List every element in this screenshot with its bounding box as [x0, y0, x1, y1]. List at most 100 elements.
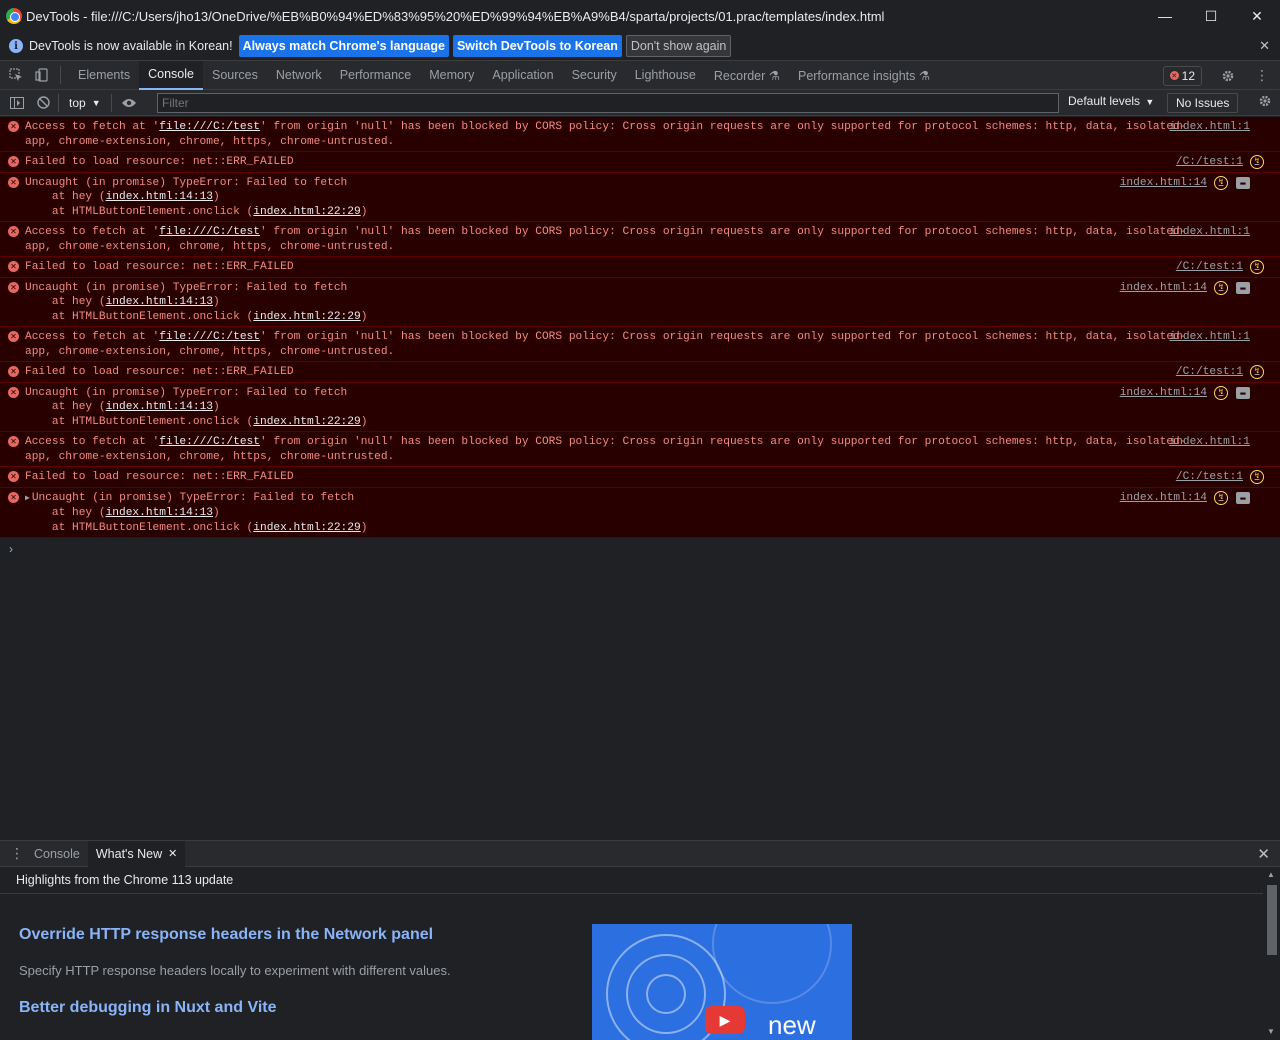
tab-elements[interactable]: Elements — [69, 61, 139, 90]
network-request-icon[interactable]: ↯ — [1214, 280, 1228, 295]
tab-memory[interactable]: Memory — [420, 61, 483, 90]
console-settings-gear-icon[interactable] — [1258, 94, 1272, 111]
network-request-icon[interactable]: ↯ — [1250, 470, 1264, 485]
message-text: Failed to load resource: net::ERR_FAILED — [25, 156, 294, 168]
network-request-icon[interactable]: ↯ — [1214, 175, 1228, 190]
message-fragment: ' from origin 'null' has been blocked by… — [260, 331, 1187, 343]
source-link[interactable]: index.html:1 — [1169, 330, 1250, 345]
switch-to-korean-button[interactable]: Switch DevTools to Korean — [452, 35, 622, 57]
close-infobar-icon[interactable]: ✕ — [1259, 38, 1270, 54]
live-expression-eye-icon[interactable] — [120, 94, 138, 112]
highlights-heading: Highlights from the Chrome 113 update — [0, 867, 1280, 894]
source-link-text: /C:/test:1 — [1175, 471, 1243, 483]
more-options-icon[interactable]: ⋮ — [1252, 66, 1272, 86]
always-match-language-button[interactable]: Always match Chrome's language — [238, 35, 449, 57]
stack-link[interactable]: index.html:14:13 — [106, 191, 213, 203]
whats-new-video-thumbnail[interactable]: ▶ new — [592, 924, 852, 1040]
tab-security[interactable]: Security — [563, 61, 626, 90]
source-link-text: index.html:14 — [1119, 176, 1207, 189]
inspect-element-icon[interactable] — [6, 65, 26, 85]
source-link[interactable]: index.html:1 — [1169, 435, 1250, 450]
error-count-badge[interactable]: ✕ 12 — [1162, 65, 1202, 86]
source-link[interactable]: index.html:14 ↯ ▬ — [1120, 385, 1250, 401]
console-prompt-caret-icon[interactable]: › — [9, 542, 13, 556]
cors-url-link[interactable]: file:///C:/test — [159, 121, 260, 133]
scrollbar-thumb[interactable] — [1267, 885, 1277, 955]
understand-message-icon[interactable]: ▬ — [1236, 491, 1250, 504]
stack-text: ) — [213, 296, 220, 308]
clear-console-icon[interactable] — [34, 94, 52, 112]
filter-input[interactable] — [157, 93, 1059, 113]
tab-performance[interactable]: Performance — [331, 61, 421, 90]
stack-link[interactable]: index.html:22:29 — [253, 522, 360, 534]
tab-application[interactable]: Application — [483, 61, 562, 90]
network-request-icon[interactable]: ↯ — [1250, 260, 1264, 275]
cors-url-link[interactable]: file:///C:/test — [159, 226, 260, 238]
minimize-button[interactable]: — — [1142, 0, 1188, 32]
source-link[interactable]: /C:/test:1 ↯ — [1176, 470, 1264, 485]
message-text: Access to fetch at 'file:///C:/test' fro… — [25, 330, 1272, 345]
message-text: Failed to load resource: net::ERR_FAILED — [25, 471, 294, 483]
source-link[interactable]: index.html:1 — [1169, 120, 1250, 135]
dont-show-again-button[interactable]: Don't show again — [625, 35, 732, 57]
log-levels-dropdown[interactable]: Default levels ▼ — [1068, 94, 1154, 108]
source-link[interactable]: /C:/test:1 ↯ — [1176, 260, 1264, 275]
stack-frame: at HTMLButtonElement.onclick (index.html… — [25, 415, 1272, 430]
understand-message-icon[interactable]: ▬ — [1236, 176, 1250, 189]
error-icon: ✕ — [8, 436, 19, 447]
stack-link[interactable]: index.html:22:29 — [253, 311, 360, 323]
device-toolbar-icon[interactable] — [32, 65, 52, 85]
cors-url-link[interactable]: file:///C:/test — [159, 331, 260, 343]
tab-network[interactable]: Network — [267, 61, 331, 90]
close-window-button[interactable]: ✕ — [1234, 0, 1280, 32]
stack-link[interactable]: index.html:14:13 — [106, 507, 213, 519]
feature-link-nuxt-vite[interactable]: Better debugging in Nuxt and Vite — [19, 999, 277, 1017]
stack-frame: at hey (index.html:14:13) — [25, 400, 1272, 415]
message-fragment: Access to fetch at ' — [25, 226, 160, 238]
maximize-button[interactable]: ☐ — [1188, 0, 1234, 32]
issues-button[interactable]: No Issues — [1167, 93, 1239, 113]
console-error-message: ✕ Failed to load resource: net::ERR_FAIL… — [0, 257, 1280, 278]
stack-link[interactable]: index.html:14:13 — [106, 401, 213, 413]
tab-lighthouse[interactable]: Lighthouse — [626, 61, 705, 90]
network-request-icon[interactable]: ↯ — [1214, 490, 1228, 505]
stack-link[interactable]: index.html:22:29 — [253, 206, 360, 218]
source-link[interactable]: /C:/test:1 ↯ — [1176, 365, 1264, 380]
source-link[interactable]: index.html:14 ↯ ▬ — [1120, 490, 1250, 506]
tab-console[interactable]: Console — [139, 60, 203, 90]
network-request-icon[interactable]: ↯ — [1214, 385, 1228, 400]
source-link[interactable]: /C:/test:1 ↯ — [1176, 155, 1264, 170]
tab-sources[interactable]: Sources — [203, 61, 267, 90]
stack-link[interactable]: index.html:22:29 — [253, 416, 360, 428]
tab-recorder[interactable]: Recorder ⚗ — [705, 61, 789, 90]
close-tab-icon[interactable]: ✕ — [168, 847, 177, 860]
close-drawer-icon[interactable]: ✕ — [1257, 845, 1270, 863]
tab-performance-insights[interactable]: Performance insights ⚗ — [789, 61, 939, 90]
expand-triangle-icon[interactable]: ▶ — [25, 494, 30, 503]
scroll-up-icon[interactable]: ▲ — [1267, 870, 1275, 879]
message-fragment: ' from origin 'null' has been blocked by… — [260, 436, 1187, 448]
drawer-tab-whats-new[interactable]: What's New ✕ — [87, 840, 186, 867]
stack-link[interactable]: index.html:14:13 — [106, 296, 213, 308]
scroll-down-icon[interactable]: ▼ — [1267, 1027, 1275, 1036]
feature-link-override-headers[interactable]: Override HTTP response headers in the Ne… — [19, 926, 433, 944]
drawer-scrollbar[interactable]: ▲ ▼ — [1263, 867, 1280, 1040]
context-selector[interactable]: top ▼ — [69, 96, 101, 110]
source-link[interactable]: index.html:1 — [1169, 225, 1250, 240]
error-icon: ✕ — [8, 281, 19, 293]
youtube-play-icon[interactable]: ▶ — [705, 1006, 745, 1034]
network-request-icon[interactable]: ↯ — [1250, 155, 1264, 170]
settings-gear-icon[interactable] — [1218, 66, 1238, 86]
understand-message-icon[interactable]: ▬ — [1236, 386, 1250, 399]
cors-url-link[interactable]: file:///C:/test — [159, 436, 260, 448]
understand-message-icon[interactable]: ▬ — [1236, 281, 1250, 294]
drawer-tab-console[interactable]: Console — [26, 841, 88, 867]
stack-text: at HTMLButtonElement.onclick ( — [25, 205, 254, 218]
drawer-menu-icon[interactable]: ⋮ — [10, 845, 26, 862]
error-icon: ✕ — [8, 331, 19, 342]
source-link[interactable]: index.html:14 ↯ ▬ — [1120, 280, 1250, 296]
stack-text: ) — [213, 507, 220, 519]
source-link[interactable]: index.html:14 ↯ ▬ — [1119, 175, 1250, 191]
show-sidebar-icon[interactable] — [8, 94, 26, 112]
network-request-icon[interactable]: ↯ — [1250, 365, 1264, 380]
